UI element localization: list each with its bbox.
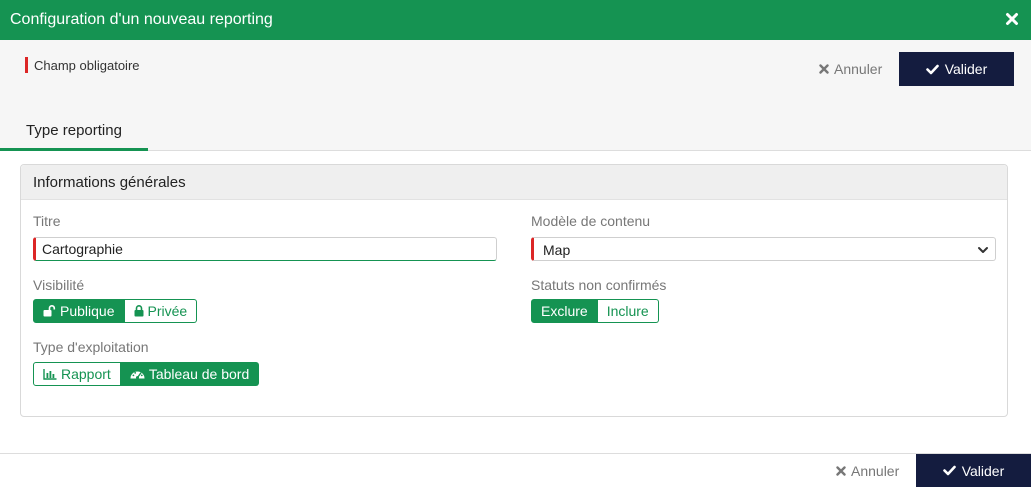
exploitation-type-toggle: Rapport Tableau de bord	[33, 362, 260, 386]
report-button[interactable]: Rapport	[33, 362, 121, 386]
report-label: Rapport	[61, 366, 111, 382]
footer-validate-label: Valider	[961, 462, 1005, 479]
times-icon	[836, 466, 846, 476]
include-button[interactable]: Inclure	[597, 299, 659, 323]
visibility-private-button[interactable]: Privée	[124, 299, 198, 323]
required-note-text: Champ obligatoire	[34, 57, 140, 73]
visibility-public-button[interactable]: Publique	[33, 299, 125, 323]
lock-icon	[134, 305, 143, 317]
footer-cancel-label: Annuler	[851, 463, 900, 479]
validate-button-label: Valider	[944, 61, 988, 77]
visibility-toggle: Publique Privée	[33, 299, 198, 323]
title-input[interactable]	[33, 237, 497, 261]
model-field-label: Modèle de contenu	[531, 213, 651, 229]
dashboard-label: Tableau de bord	[148, 366, 250, 382]
required-note: Champ obligatoire	[25, 57, 140, 73]
footer-validate-button[interactable]: Valider	[916, 454, 1031, 487]
unconfirmed-status-label: Statuts non confirmés	[531, 277, 667, 293]
times-icon	[819, 64, 829, 74]
check-icon	[925, 64, 939, 74]
check-icon	[942, 465, 956, 476]
exclude-button[interactable]: Exclure	[531, 299, 598, 323]
exploitation-type-label: Type d'exploitation	[33, 339, 149, 355]
footer-divider	[0, 453, 1031, 454]
unconfirmed-status-toggle: Exclure Inclure	[531, 299, 659, 323]
visibility-public-label: Publique	[60, 303, 115, 319]
modal-title: Configuration d'un nouveau reporting	[10, 11, 273, 28]
unlock-icon	[43, 305, 56, 317]
footer-cancel-button[interactable]: Annuler	[836, 462, 899, 480]
validate-button[interactable]: Valider	[899, 52, 1014, 86]
dashboard-button[interactable]: Tableau de bord	[120, 362, 260, 386]
visibility-label: Visibilité	[33, 277, 85, 293]
model-select[interactable]: Map	[531, 237, 996, 261]
include-label: Inclure	[606, 303, 649, 319]
cancel-button-label: Annuler	[834, 61, 883, 77]
close-icon[interactable]	[1005, 12, 1019, 26]
general-info-panel: Informations générales Titre Modèle de c…	[20, 164, 1008, 417]
title-field-label: Titre	[33, 213, 61, 229]
exclude-label: Exclure	[541, 303, 588, 319]
modal-header: Configuration d'un nouveau reporting	[0, 0, 1031, 40]
panel-title: Informations générales	[21, 165, 1007, 200]
required-marker	[25, 57, 28, 73]
visibility-private-label: Privée	[147, 303, 188, 319]
tab-type-reporting[interactable]: Type reporting	[0, 112, 148, 151]
top-toolbar: Champ obligatoire Annuler Valider Type r…	[0, 40, 1031, 151]
model-select-value: Map	[543, 242, 571, 258]
cancel-button[interactable]: Annuler	[819, 60, 882, 78]
dashboard-icon	[130, 371, 145, 380]
bar-chart-icon	[43, 369, 57, 380]
chevron-down-icon	[978, 247, 988, 253]
tab-type-reporting-label: Type reporting	[26, 121, 122, 139]
